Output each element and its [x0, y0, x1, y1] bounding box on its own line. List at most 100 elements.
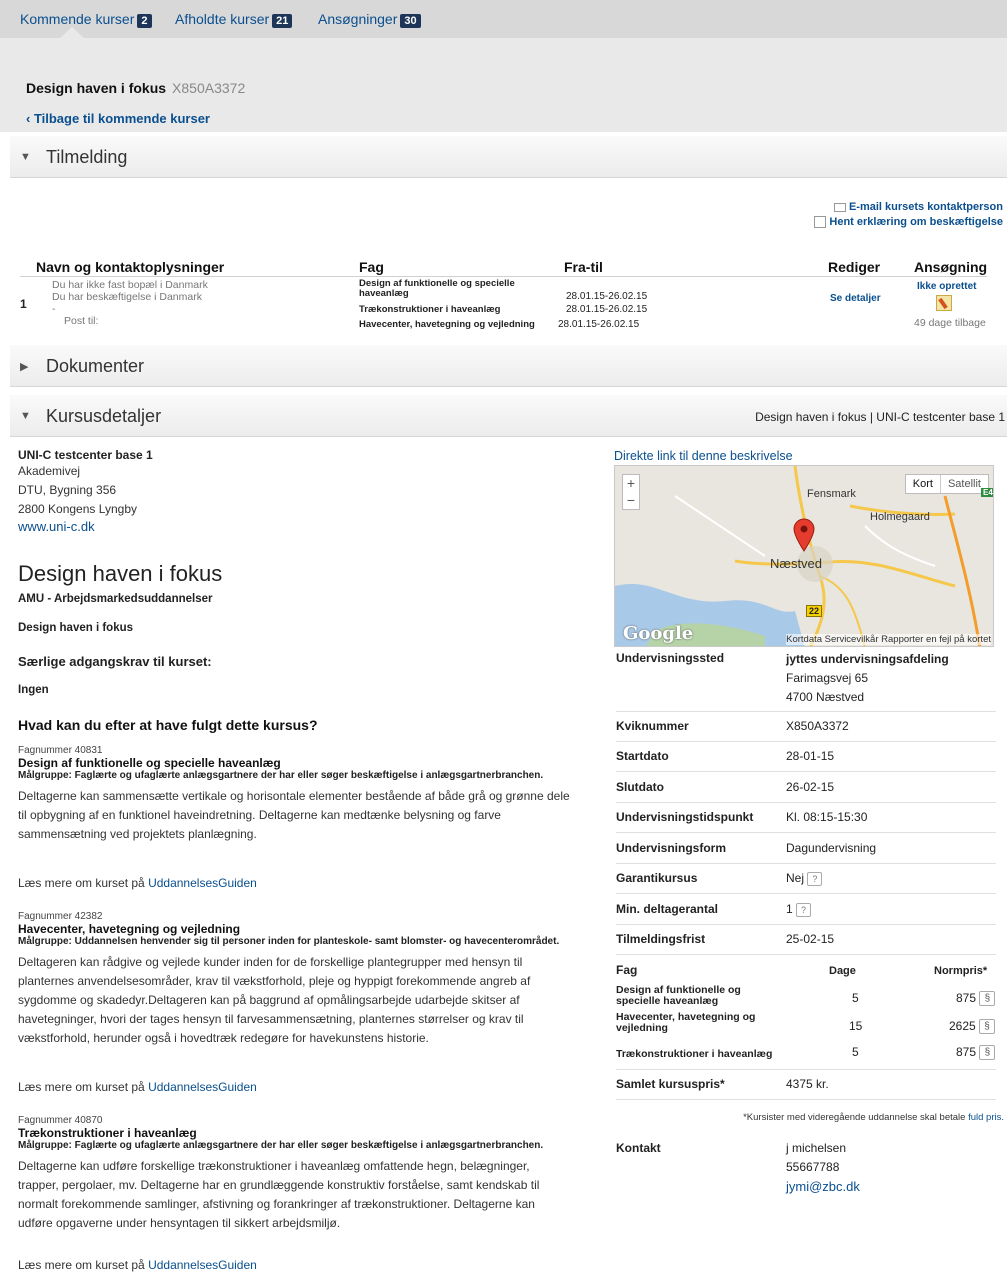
badge-count: 30	[400, 14, 421, 28]
fag-table-row-name: Havecenter, havetegning og vejledning	[616, 1011, 756, 1034]
map-pin-icon[interactable]	[793, 518, 815, 552]
edit-pencil-icon[interactable]	[936, 295, 952, 311]
provider-block: UNI-C testcenter base 1 Akademivej DTU, …	[18, 448, 153, 534]
top-nav: Kommende kurser 2 Afholdte kurser 21 Ansøg…	[0, 0, 1007, 38]
tab-afholdte-kurser[interactable]: Afholdte kurser 21	[175, 11, 293, 28]
ansoegning-status-link[interactable]: Ikke oprettet	[917, 281, 976, 292]
fag-dates-2: 28.01.15-26.02.15	[566, 304, 648, 315]
fag-detail-2: Fagnummer 42382 Havecenter, havetegning …	[18, 911, 560, 1045]
fag-detail-1: Fagnummer 40831 Design af funktionelle o…	[18, 745, 570, 841]
provider-website-link[interactable]: www.uni-c.dk	[18, 519, 95, 534]
fag-name-3: Havecenter, havetegning og vejledning	[359, 319, 535, 330]
days-left: 49 dage tilbage	[914, 317, 986, 329]
course-heading: Design haven i fokus	[18, 561, 223, 586]
fag-table-row-name: Design af funktionelle og specielle have…	[616, 984, 741, 1007]
uddannelsesguiden-link[interactable]: UddannelsesGuiden	[148, 1080, 257, 1094]
course-name: Design haven i fokus	[18, 622, 134, 634]
undervisningsform: Dagundervisning	[786, 841, 877, 855]
se-detaljer-link[interactable]: Se detaljer	[830, 293, 881, 304]
direct-link[interactable]: Direkte link til denne beskrivelse	[614, 449, 793, 463]
back-link[interactable]: ‹ Tilbage til kommende kurser	[26, 111, 210, 126]
fag-table-header: Fag	[616, 963, 638, 977]
tilmeldingsfrist: 25-02-15	[786, 932, 835, 946]
fag-table-row-dage: 5	[852, 1045, 859, 1059]
expand-arrow-icon: ▼	[20, 410, 31, 422]
col-header-navn: Navn og kontaktoplysninger	[36, 259, 225, 275]
undervisningstidspunkt: Kl. 08:15-15:30	[786, 810, 868, 824]
price-footnote: *Kursister med videregående uddannelse s…	[743, 1112, 1004, 1123]
paragraph-icon[interactable]: §	[979, 991, 996, 1007]
fag-name-2: Trækonstruktioner i haveanlæg	[359, 304, 501, 315]
read-more-3: Læs mere om kurset på UddannelsesGuiden	[18, 1258, 257, 1272]
help-icon[interactable]: ?	[807, 871, 823, 886]
col-header-ansoegning: Ansøgning	[914, 259, 988, 275]
tab-ansoegninger[interactable]: Ansøgninger 30	[318, 11, 421, 28]
google-logo: Google	[623, 623, 694, 644]
contact-email-link[interactable]: jymi@zbc.dk	[786, 1179, 860, 1194]
course-type: AMU - Arbejdsmarkedsuddannelser	[18, 593, 213, 605]
slutdato: 26-02-15	[786, 780, 835, 794]
erklaering-link[interactable]: Hent erklæring om beskæftigelse	[829, 216, 1003, 228]
learn-heading: Hvad kan du efter at have fulgt dette ku…	[18, 717, 318, 733]
startdato: 28-01-15	[786, 749, 835, 763]
read-more-2: Læs mere om kurset på UddannelsesGuiden	[18, 1080, 257, 1094]
paragraph-icon[interactable]: §	[979, 1019, 996, 1035]
expand-arrow-icon: ▼	[20, 151, 31, 163]
contact-block: j michelsen 55667788 jymi@zbc.dk	[786, 1139, 860, 1197]
uddannelsesguiden-link[interactable]: UddannelsesGuiden	[148, 876, 257, 890]
min-deltagerantal: 1	[786, 902, 793, 916]
road-number: E4	[981, 488, 993, 497]
course-code: X850A3372	[172, 80, 246, 96]
row-number: 1	[20, 297, 27, 311]
page-title: Design haven i fokus X850A3372	[26, 80, 246, 96]
garantikursus: Nej	[786, 871, 805, 885]
active-tab-indicator	[60, 27, 84, 38]
col-header-fratil: Fra-til	[564, 259, 603, 275]
fuld-pris-link[interactable]: fuld pris.	[968, 1112, 1004, 1123]
document-icon	[814, 216, 827, 229]
map-type-toggle[interactable]: Kort Satellit	[904, 474, 989, 494]
map-city-label: Fensmark	[807, 488, 856, 500]
tab-kommende-kurser[interactable]: Kommende kurser 2	[20, 11, 152, 28]
map-city-label: Næstved	[770, 556, 823, 571]
req-value: Ingen	[18, 684, 49, 696]
section-tilmelding[interactable]: ▼ Tilmelding	[10, 136, 1007, 178]
sted-name: jyttes undervisningsafdeling	[786, 652, 949, 666]
contact-name: j michelsen	[786, 1141, 847, 1155]
badge-count: 21	[272, 14, 293, 28]
section-kursusdetaljer[interactable]: ▼ Kursusdetaljer Design haven i fokus | …	[10, 395, 1007, 437]
fag-table-row-dage: 15	[849, 1019, 863, 1033]
divider	[20, 276, 987, 277]
kviknummer: X850A3372	[786, 719, 849, 733]
collapse-arrow-icon: ▶	[20, 361, 29, 373]
map-city-label: Holmegaard	[870, 511, 930, 523]
paragraph-icon[interactable]: §	[979, 1045, 996, 1061]
kursus-right-info: Design haven i fokus | UNI-C testcenter …	[755, 410, 1005, 424]
map-type-kort[interactable]: Kort	[906, 475, 941, 493]
contact-info: Du har ikke fast bopæl i Danmark Du har …	[52, 279, 208, 327]
zoom-control[interactable]: + −	[622, 474, 640, 510]
badge-count: 2	[137, 14, 152, 28]
fag-name-1: Design af funktionelle og specielle have…	[359, 278, 515, 299]
fag-detail-3: Fagnummer 40870 Trækonstruktioner i have…	[18, 1115, 544, 1230]
help-icon[interactable]: ?	[796, 902, 812, 917]
read-more-1: Læs mere om kurset på UddannelsesGuiden	[18, 876, 257, 890]
map-footer[interactable]: Kortdata Servicevilkår Rapporter en fejl…	[786, 634, 991, 645]
samlet-kursuspris: 4375 kr.	[786, 1077, 829, 1091]
uddannelsesguiden-link[interactable]: UddannelsesGuiden	[148, 1258, 257, 1272]
col-header-fag: Fag	[359, 259, 384, 275]
side-links: E-mail kursets kontaktperson Hent erklær…	[814, 200, 1003, 230]
section-dokumenter[interactable]: ▶ Dokumenter	[10, 345, 1007, 387]
fag-table-row-pris: 2625	[949, 1019, 976, 1033]
fag-table-row-pris: 875	[956, 991, 977, 1005]
fag-table-row-dage: 5	[852, 991, 859, 1005]
road-number: 22	[806, 605, 823, 617]
fag-table-row-pris: 875	[956, 1045, 977, 1059]
fag-table-row-name: Trækonstruktioner i haveanlæg	[616, 1048, 773, 1060]
email-contact-link[interactable]: E-mail kursets kontaktperson	[849, 201, 1003, 213]
mail-icon	[833, 202, 846, 212]
req-heading: Særlige adgangskrav til kurset:	[18, 654, 212, 669]
col-header-rediger: Rediger	[828, 259, 881, 275]
contact-phone: 55667788	[786, 1160, 840, 1174]
map[interactable]: + − Kort Satellit Fensmark Holmegaard Næs…	[614, 465, 994, 647]
